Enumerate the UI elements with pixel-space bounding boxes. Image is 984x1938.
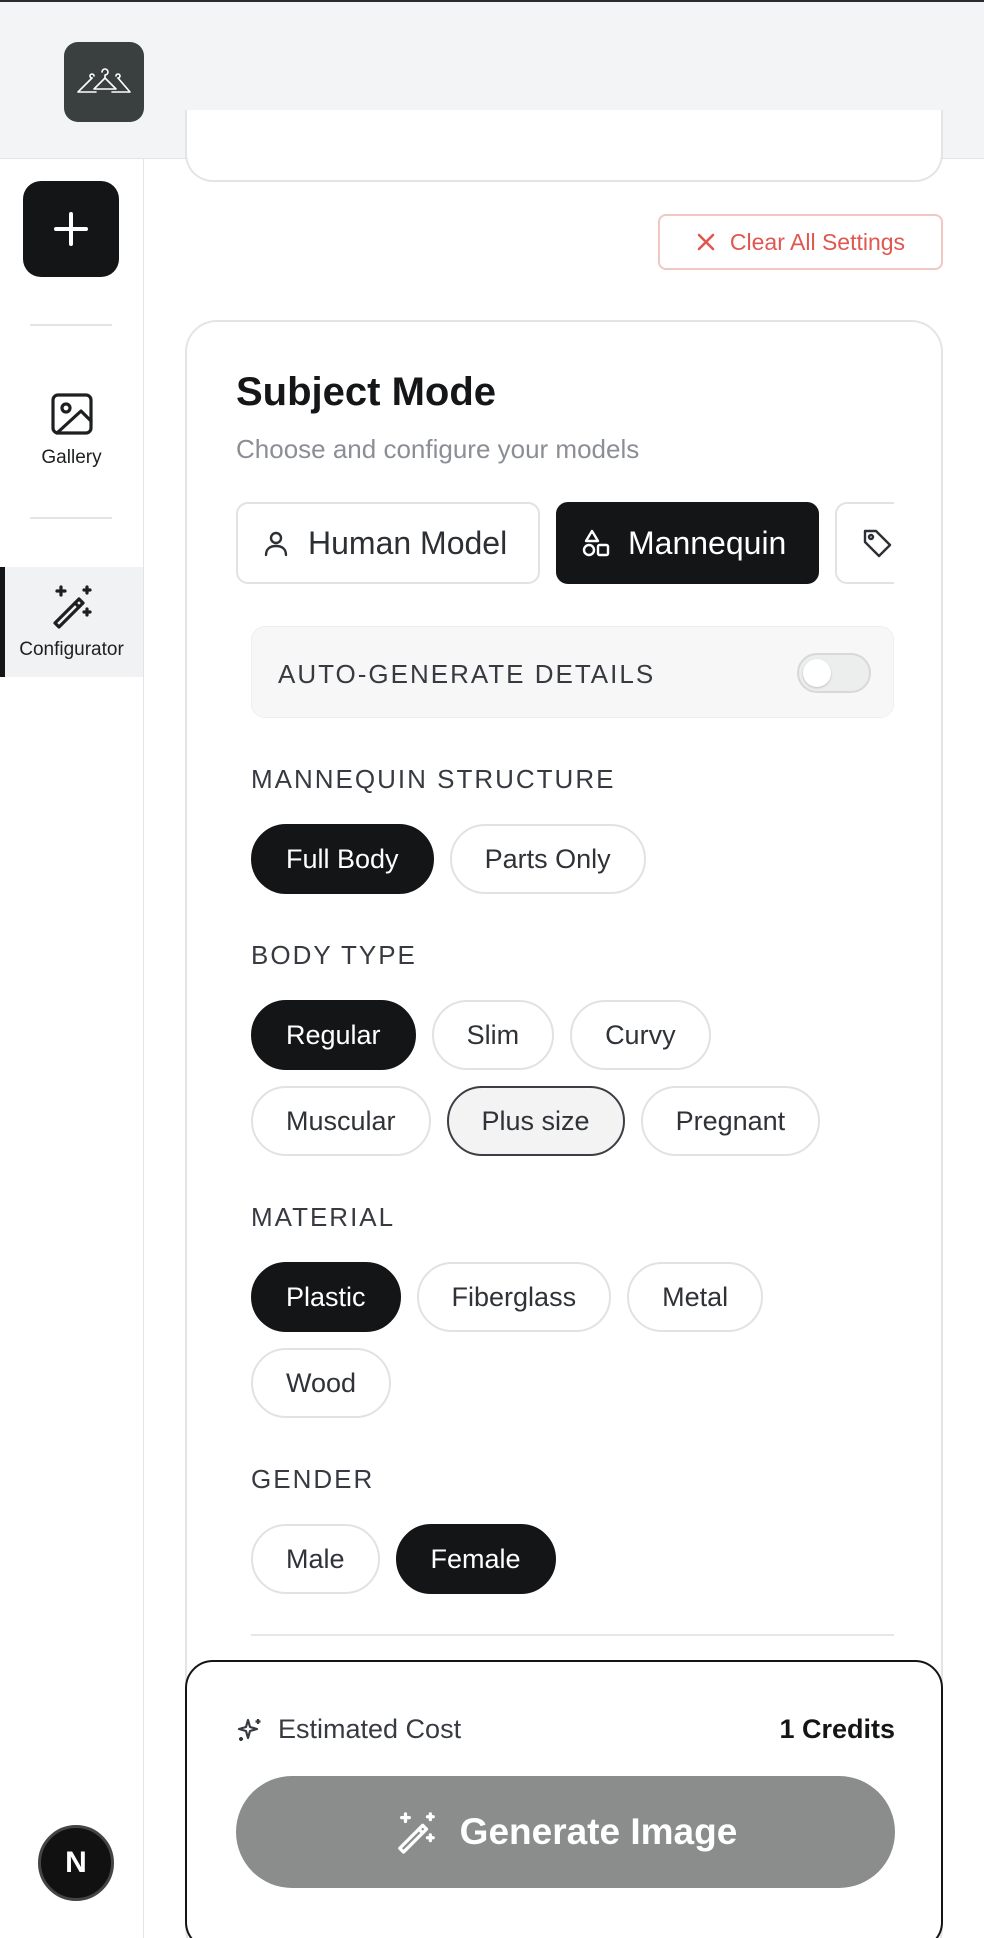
generate-image-label: Generate Image	[459, 1811, 738, 1852]
gender-label: GENDER	[251, 1464, 375, 1494]
tab-label: Human Model	[308, 524, 508, 561]
material-label: MATERIAL	[251, 1202, 396, 1232]
option-pregnant[interactable]: Pregnant	[640, 1086, 821, 1156]
subject-mode-tabs: Human Model Mannequin	[236, 502, 894, 586]
sidebar-item-gallery[interactable]: Gallery	[0, 391, 143, 469]
magic-wand-icon	[397, 1812, 435, 1854]
material-options: Plastic Fiberglass Metal Wood	[251, 1262, 901, 1418]
sidebar-item-label: Gallery	[41, 447, 102, 468]
auto-generate-toggle[interactable]	[797, 653, 871, 693]
option-fiberglass[interactable]: Fiberglass	[416, 1262, 612, 1332]
sidebar: Gallery Configurator N	[0, 159, 144, 1938]
auto-generate-label: AUTO-GENERATE DETAILS	[278, 659, 656, 689]
option-regular[interactable]: Regular	[251, 1000, 416, 1070]
option-full-body[interactable]: Full Body	[251, 824, 434, 894]
app-logo[interactable]	[64, 42, 144, 122]
sidebar-divider	[30, 324, 112, 326]
body-type-label: BODY TYPE	[251, 940, 417, 970]
gender-options: Male Female	[251, 1524, 901, 1594]
shapes-icon	[582, 529, 610, 557]
tab-human-model[interactable]: Human Model	[236, 502, 540, 584]
option-slim[interactable]: Slim	[431, 1000, 555, 1070]
option-muscular[interactable]: Muscular	[251, 1086, 431, 1156]
option-wood[interactable]: Wood	[251, 1348, 392, 1418]
section-title: Subject Mode	[236, 370, 497, 414]
image-icon	[50, 393, 93, 435]
section-divider	[251, 1634, 894, 1636]
sidebar-divider	[30, 517, 112, 519]
sidebar-item-label: Configurator	[19, 639, 124, 660]
tab-mannequin[interactable]: Mannequin	[556, 502, 819, 584]
option-curvy[interactable]: Curvy	[570, 1000, 711, 1070]
user-icon	[264, 531, 288, 557]
tag-icon	[863, 529, 892, 558]
plus-icon	[54, 212, 88, 246]
mannequin-structure-options: Full Body Parts Only	[251, 824, 901, 894]
previous-card	[185, 110, 943, 182]
option-parts-only[interactable]: Parts Only	[449, 824, 646, 894]
option-female[interactable]: Female	[395, 1524, 556, 1594]
sidebar-item-configurator[interactable]: Configurator	[0, 567, 143, 677]
estimated-cost-row: Estimated Cost 1 Credits	[236, 1714, 895, 1745]
option-plastic[interactable]: Plastic	[251, 1262, 401, 1332]
user-avatar[interactable]: N	[38, 1825, 114, 1901]
tab-label: Mannequin	[628, 524, 787, 561]
cost-panel: Estimated Cost 1 Credits Generate Image	[185, 1660, 943, 1938]
clear-all-settings-label: Clear All Settings	[729, 228, 906, 255]
new-project-button[interactable]	[23, 181, 119, 277]
hanger-logo-icon	[77, 68, 131, 93]
option-male[interactable]: Male	[251, 1524, 380, 1594]
clear-all-settings-button[interactable]: Clear All Settings	[658, 214, 943, 270]
estimated-cost-label-group: Estimated Cost	[236, 1714, 461, 1745]
mannequin-structure-label: MANNEQUIN STRUCTURE	[251, 764, 616, 794]
tab-tag[interactable]	[835, 502, 894, 584]
generate-image-button[interactable]: Generate Image	[236, 1776, 895, 1888]
estimated-cost-value: 1 Credits	[779, 1714, 895, 1744]
close-icon	[697, 233, 715, 251]
sparkles-icon	[237, 1718, 261, 1741]
magic-wand-icon	[52, 585, 92, 629]
option-plus-size[interactable]: Plus size	[446, 1086, 625, 1156]
auto-generate-row: AUTO-GENERATE DETAILS	[251, 626, 894, 718]
toggle-knob	[803, 659, 831, 687]
body-type-options: Regular Slim Curvy Muscular Plus size Pr…	[251, 1000, 901, 1156]
option-metal[interactable]: Metal	[627, 1262, 764, 1332]
estimated-cost-label: Estimated Cost	[278, 1714, 462, 1744]
section-subtitle: Choose and configure your models	[236, 434, 640, 464]
